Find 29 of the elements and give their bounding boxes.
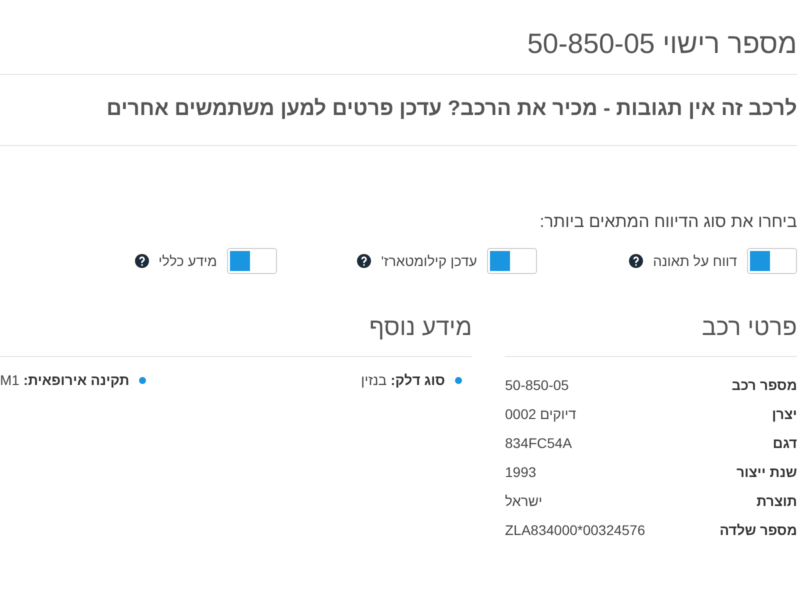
notice-heading: לרכב זה אין תגובות - מכיר את הרכב? עדכן פרטים למען משתמשים אחרים xyxy=(0,75,797,146)
toggle-label: מידע כללי xyxy=(158,253,217,269)
toggle-label: עדכן קילומטארז' xyxy=(381,253,477,269)
help-icon[interactable] xyxy=(628,254,643,268)
detail-value: 1993 xyxy=(505,464,536,480)
detail-value: ישראל xyxy=(505,492,542,508)
toggle-switch[interactable] xyxy=(747,248,797,274)
section-title: מידע נוסף xyxy=(0,314,472,357)
detail-label: מספר רכב xyxy=(732,376,797,392)
toggle-switch[interactable] xyxy=(487,248,537,274)
detail-value: 50-850-05 xyxy=(505,376,569,392)
bullet-dot xyxy=(455,376,462,384)
detail-label: שנת ייצור xyxy=(736,464,797,480)
bullet-dot xyxy=(139,376,146,384)
toggle-switch[interactable] xyxy=(227,248,277,274)
detail-label: יצרן xyxy=(772,406,797,422)
info-item: סוג דלק: בנזין xyxy=(361,372,445,388)
detail-value: דיוקים 0002 xyxy=(505,406,576,422)
section-title: פרטי רכב xyxy=(505,314,797,357)
report-prompt: ביחרו את סוג הדיווח המתאים ביותר: xyxy=(538,212,797,232)
detail-value: ZLA834000*00324576 xyxy=(505,522,646,538)
detail-label: מספר שלדה xyxy=(720,522,797,538)
help-icon[interactable] xyxy=(134,254,149,268)
detail-value: 834FC54A xyxy=(505,434,572,450)
toggle-label: דווח על תאונה xyxy=(652,253,737,269)
detail-label: דגם xyxy=(772,434,797,450)
detail-label: תוצרת xyxy=(756,492,797,508)
page-title: מספר רישוי 50-850-05 xyxy=(0,0,797,75)
help-icon[interactable] xyxy=(357,254,372,268)
